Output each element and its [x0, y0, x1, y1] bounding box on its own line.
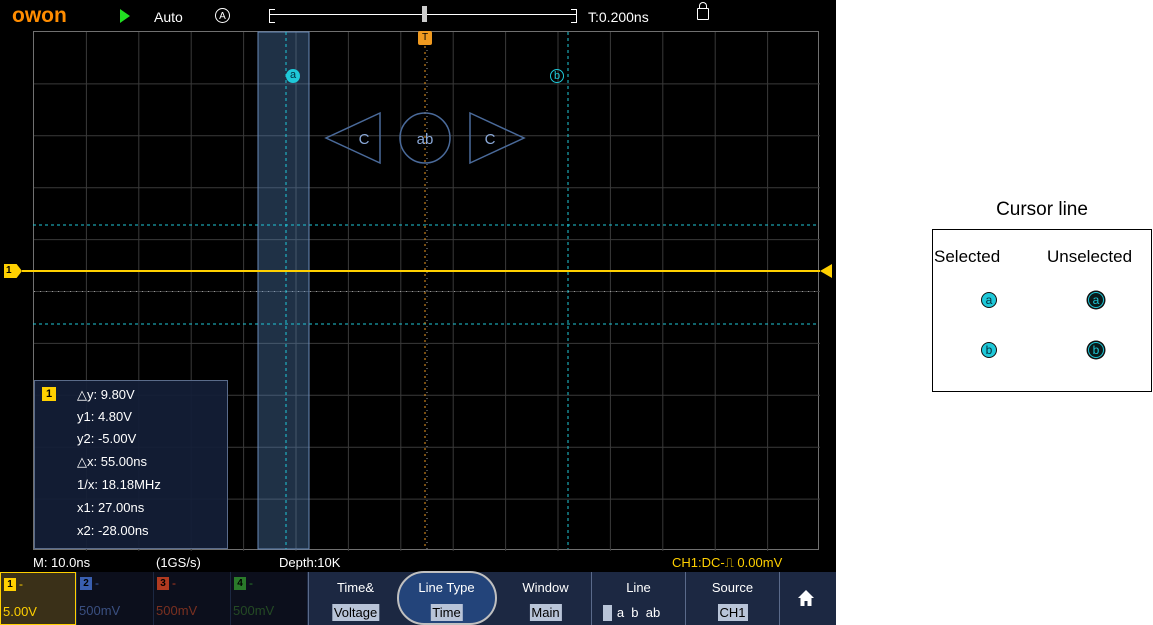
- legend-a-unselected-icon: a: [1088, 292, 1104, 308]
- softkey-divider: [591, 572, 592, 625]
- timebase-readout: M: 10.0ns: [33, 555, 91, 570]
- cursor-left-button-label: C: [359, 131, 370, 148]
- trigger-position-marker[interactable]: T: [418, 31, 432, 45]
- softkey-divider: [308, 572, 309, 625]
- softkey-source-label: Source: [711, 580, 754, 595]
- softkey-line-label: Line: [626, 580, 651, 595]
- channel4-scale: 500mV: [233, 603, 275, 618]
- channel4-coupling: -: [249, 576, 253, 590]
- y2-readout: y2: -5.00V: [77, 431, 137, 446]
- cursor-right-button-label: C: [485, 131, 496, 148]
- softkey-line[interactable]: Line a b ab: [592, 572, 685, 625]
- cursor-a-selection-band[interactable]: [257, 31, 310, 550]
- channel1-coupling: -: [19, 577, 23, 591]
- softkey-line-value: a b ab: [616, 605, 661, 620]
- softkey-window-value: Main: [529, 604, 562, 621]
- inverse-x-readout: 1/x: 18.18MHz: [77, 477, 161, 492]
- delta-y-readout: △y: 9.80V: [77, 387, 135, 402]
- legend-a-selected-icon: a: [981, 292, 997, 308]
- cursor-measurement-panel: 1 △y: 9.80V y1: 4.80V y2: -5.00V △x: 55.…: [34, 380, 228, 549]
- sample-rate-readout: (1GS/s): [156, 555, 201, 570]
- channel2-scale: 500mV: [79, 603, 121, 618]
- cursor-move-left-button[interactable]: [324, 111, 381, 165]
- legend-title: Cursor line: [996, 199, 1088, 220]
- softkey-window[interactable]: Window Main: [499, 572, 592, 625]
- softkey-source[interactable]: Source CH1: [686, 572, 779, 625]
- channel3-coupling: -: [172, 576, 176, 590]
- cursor-move-right-button[interactable]: [469, 111, 526, 165]
- line-a-selected-indicator: [603, 605, 612, 621]
- delta-x-readout: △x: 55.00ns: [77, 454, 147, 469]
- trigger-level-marker[interactable]: [820, 264, 832, 278]
- softkey-line-type[interactable]: Line Type Time: [400, 572, 493, 625]
- softkey-window-label: Window: [522, 580, 569, 595]
- softkey-source-value: CH1: [717, 604, 748, 621]
- channel3-number: 3: [157, 577, 169, 590]
- channel2-number: 2: [80, 577, 92, 590]
- channel1-number: 1: [4, 578, 16, 591]
- softkey-divider: [685, 572, 686, 625]
- softkey-time-voltage-label: Time&: [336, 580, 375, 595]
- cursor-legend-table: Selected Unselected a a b b: [932, 229, 1152, 392]
- legend-selected-header: Selected: [934, 247, 1001, 266]
- cursor-a-label[interactable]: a: [286, 69, 300, 83]
- legend-unselected-header: Unselected: [1047, 247, 1133, 266]
- softkey-divider: [779, 572, 780, 625]
- softkey-line-type-value: Time: [430, 604, 463, 621]
- x2-readout: x2: -28.00ns: [77, 523, 149, 538]
- channel2-button[interactable]: 2 - 500mV: [77, 572, 153, 625]
- cursor-b-label[interactable]: b: [550, 69, 564, 83]
- cursor-both-button-label: ab: [417, 131, 434, 148]
- y1-readout: y1: 4.80V: [77, 409, 132, 424]
- softkey-line-type-label: Line Type: [418, 580, 475, 595]
- softkey-time-voltage[interactable]: Time& Voltage: [309, 572, 402, 625]
- x1-readout: x1: 27.00ns: [77, 500, 145, 515]
- channel2-coupling: -: [95, 576, 99, 590]
- channel1-button[interactable]: 1 - 5.00V: [0, 572, 76, 625]
- trigger-info-readout: CH1:DC-⎍ 0.00mV: [672, 555, 783, 570]
- softkey-time-voltage-value: Voltage: [331, 604, 380, 621]
- oscilloscope-screen: owon Auto A T:0.200ns Cab C T 1 a b 1 △y:…: [0, 0, 836, 625]
- channel1-scale: 5.00V: [3, 604, 37, 619]
- channel3-button[interactable]: 3 - 500mV: [154, 572, 230, 625]
- legend-b-selected-icon: b: [981, 342, 997, 358]
- measure-channel-badge: 1: [42, 387, 56, 401]
- channel3-scale: 500mV: [156, 603, 198, 618]
- record-depth-readout: Depth:10K: [279, 555, 341, 570]
- home-icon[interactable]: [797, 589, 815, 607]
- channel4-button[interactable]: 4 - 500mV: [231, 572, 307, 625]
- channel4-number: 4: [234, 577, 246, 590]
- legend-b-unselected-icon: b: [1088, 342, 1104, 358]
